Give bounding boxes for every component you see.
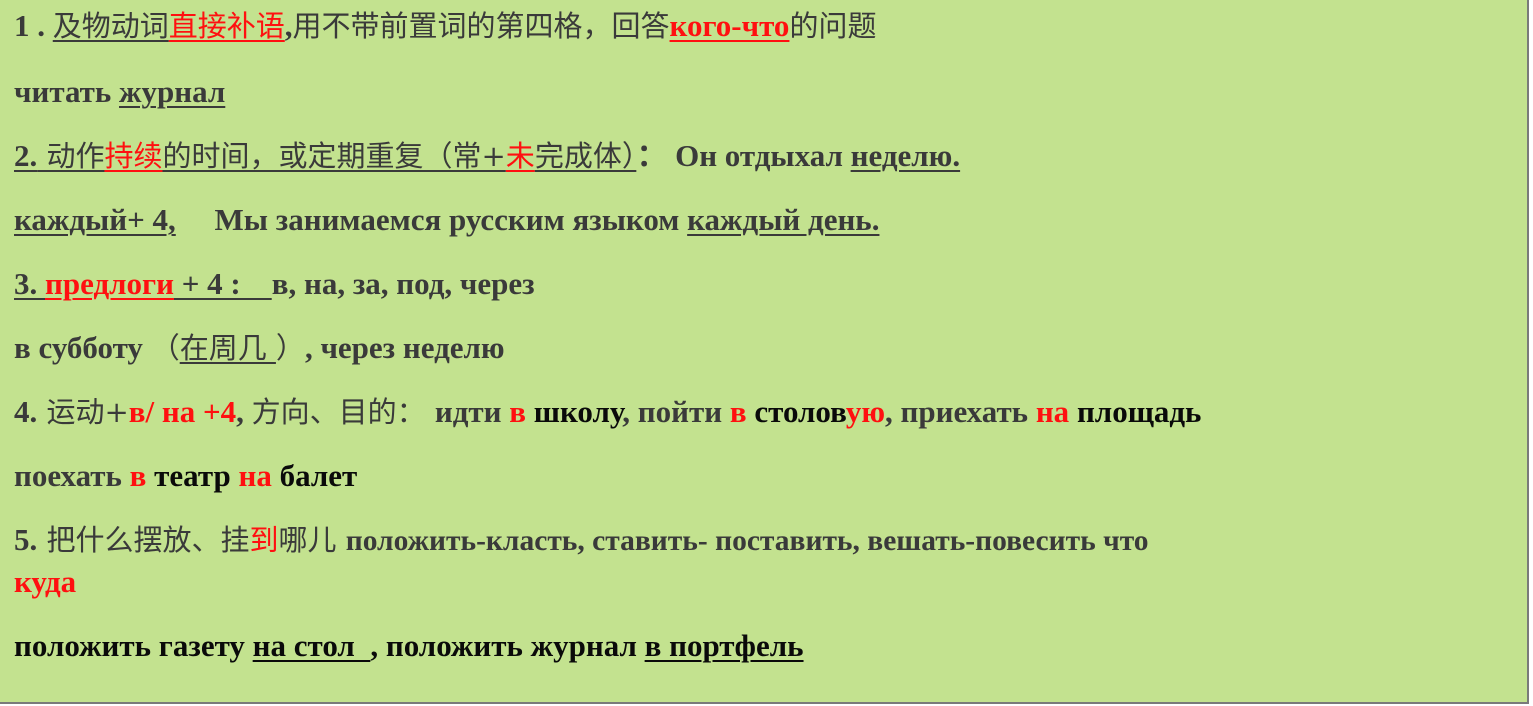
motion-plus: 运动+ — [37, 395, 129, 429]
put-newspaper: положить газету — [14, 628, 253, 663]
rule-3-example: в субботу （在周几 ）, через неделю — [14, 328, 505, 368]
rule-1-number: 1 . — [14, 8, 53, 43]
rule-5-line: 5. 把什么摆放、挂到哪儿 положить-класть, ставить- … — [14, 520, 1149, 561]
comma: , — [236, 394, 252, 429]
rule-1-description: 用不带前置词的第四格，回答 — [292, 9, 670, 43]
rule-5-number: 5. — [14, 522, 38, 557]
rule-2-number: 2. — [14, 138, 38, 173]
kogo-chto-term: кого-что — [669, 8, 790, 43]
direct-object-term: 直接补语 — [168, 9, 285, 43]
where-text: 哪儿 — [278, 523, 346, 557]
rule-2-text-b: 的时间，或定期重复（常+ — [162, 139, 506, 173]
in-briefcase: в портфель — [644, 628, 804, 663]
rule-4-number: 4. — [14, 394, 38, 429]
rule-2-example: ： Он отдыхал — [636, 138, 851, 173]
ending-uyu: ую — [845, 394, 886, 429]
kuda-line: куда — [14, 562, 76, 602]
rule-2-example-line: каждый+ 4, Мы занимаемся русским языком … — [14, 200, 879, 240]
rule-2-sentence: Мы занимаемся русским языком — [175, 202, 688, 237]
rule-5-example: положить газету на стол , положить журна… — [14, 626, 804, 666]
preposition-na: на — [238, 458, 272, 493]
ploshchad: площадь — [1069, 394, 1202, 429]
rule-4-example: поехать в театр на балет — [14, 456, 357, 496]
in-a-week: , через неделю — [304, 330, 505, 365]
teatr: театр — [146, 458, 239, 493]
direction-purpose: 方向、目的： — [251, 395, 435, 429]
kuda-term: куда — [14, 564, 77, 599]
kazhdyi-formula: каждый+ 4, — [14, 202, 176, 237]
v-na-four: в/ на +4 — [128, 394, 237, 429]
every-day-phrase: каждый день. — [687, 202, 880, 237]
open-paren: （ — [150, 331, 180, 365]
comma: , — [284, 8, 293, 43]
duration-term: 持续 — [104, 139, 163, 173]
preposition-v: в — [509, 394, 527, 429]
rule-2-text-c: 完成体） — [534, 139, 637, 173]
put-magazine: , положить журнал — [370, 628, 645, 663]
rule-2-example-object: неделю. — [850, 138, 961, 173]
rule-3-number: 3. — [14, 266, 45, 301]
on-saturday: в субботу — [14, 330, 151, 365]
balet: балет — [271, 458, 358, 493]
placement-text: 把什么摆放、挂 — [37, 523, 250, 557]
question-suffix: 的问题 — [789, 9, 877, 43]
preposition-v: в — [729, 394, 747, 429]
prepositions-term: предлоги — [45, 266, 174, 301]
on-table: на стол — [252, 628, 371, 663]
prepositions-list: в, на, за, под, через — [271, 266, 535, 301]
weekday-gloss: 在周几 — [179, 331, 276, 365]
rule-4-line: 4. 运动+в/ на +4, 方向、目的： идти в школу, пой… — [14, 392, 1201, 432]
rule-1-example: читать журнал — [14, 72, 225, 112]
placement-verbs: положить-класть, ставить- поставить, веш… — [345, 525, 1149, 557]
preposition-v: в — [129, 458, 147, 493]
priekhat: , приехать — [885, 394, 1036, 429]
example-verb: читать — [14, 74, 120, 109]
idti: идти — [434, 394, 510, 429]
transitive-verb-text: 及物动词 — [52, 9, 169, 43]
stolov-stem: столов — [746, 394, 846, 429]
example-object: журнал — [119, 74, 226, 109]
rule-2-line: 2. 动作持续的时间，或定期重复（常+未完成体）： Он отдыхал нед… — [14, 136, 960, 176]
slide: 1 . 及物动词直接补语,用不带前置词的第四格，回答кого-что的问题 чи… — [0, 0, 1529, 704]
close-paren: ） — [275, 331, 305, 365]
poiti: , пойти — [622, 394, 730, 429]
plus-four: + 4 : — [173, 266, 272, 301]
rule-3-line: 3. предлоги + 4 : в, на, за, под, через — [14, 264, 535, 304]
preposition-na: на — [1035, 394, 1070, 429]
rule-1-line: 1 . 及物动词直接补语,用不带前置词的第四格，回答кого-что的问题 — [14, 6, 876, 46]
to-term: 到 — [249, 523, 279, 557]
rule-2-text-a: 动作 — [37, 139, 105, 173]
shkolu: школу — [526, 394, 623, 429]
imperfective-term: 未 — [505, 139, 535, 173]
poekhat: поехать — [14, 458, 130, 493]
